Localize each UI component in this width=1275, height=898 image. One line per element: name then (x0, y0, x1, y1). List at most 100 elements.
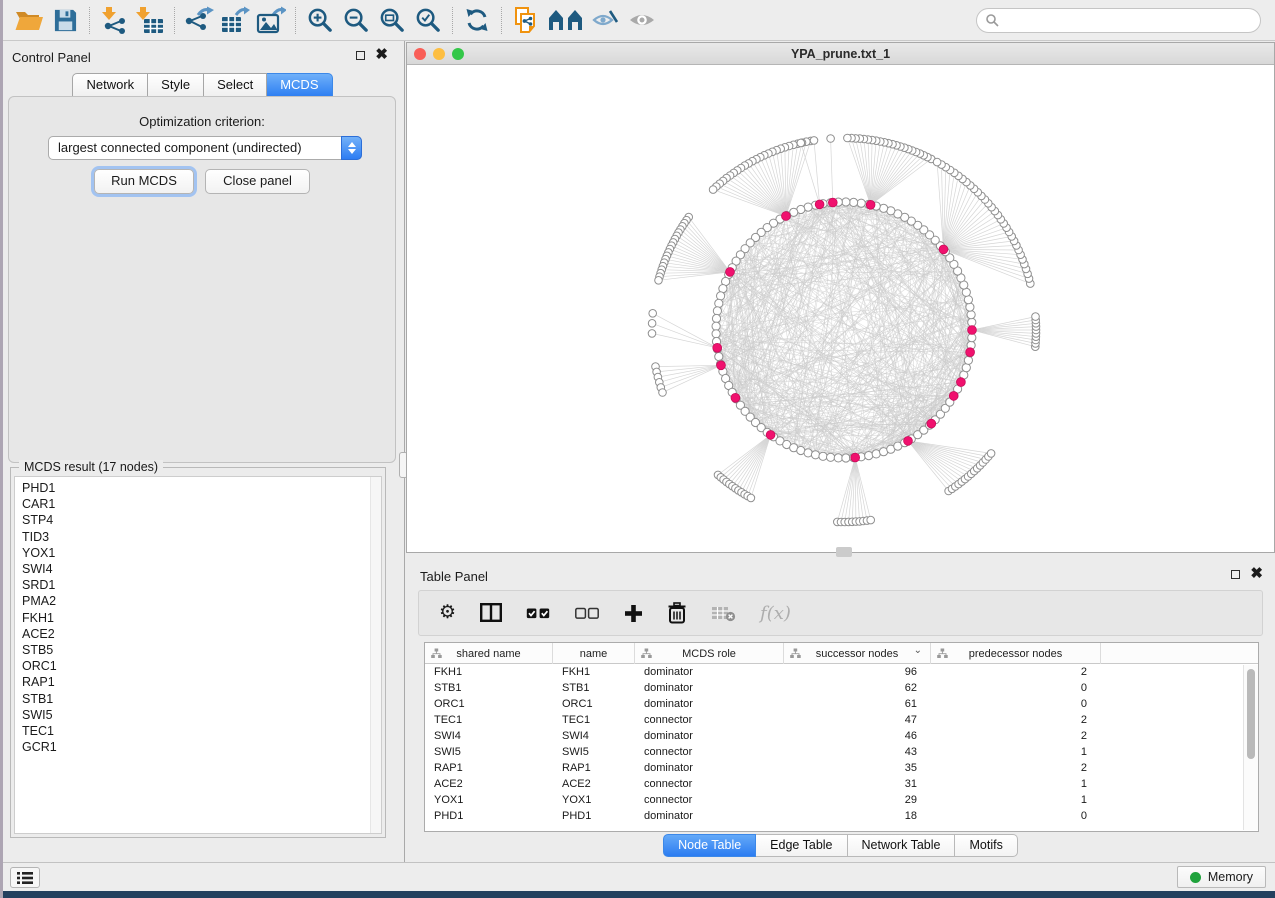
add-row-icon[interactable] (624, 604, 643, 623)
node-table-body: FKH1FKH1dominator962STB1STB1dominator620… (425, 664, 1258, 824)
tab-select[interactable]: Select (204, 73, 267, 97)
sort-indicator-icon: ⌄ (914, 645, 922, 656)
refresh-view-icon[interactable] (459, 4, 495, 36)
table-toolbar: ⚙ f(x) (418, 590, 1263, 636)
tab-network[interactable]: Network (72, 73, 148, 97)
mcds-result-item[interactable]: YOX1 (22, 545, 381, 561)
table-row[interactable]: PHD1PHD1dominator180 (425, 808, 1258, 824)
mcds-result-list[interactable]: PHD1CAR1STP4TID3YOX1SWI4SRD1PMA2FKH1ACE2… (14, 476, 382, 834)
table-row[interactable]: ACE2ACE2connector311 (425, 776, 1258, 792)
zoom-out-icon[interactable] (338, 4, 374, 36)
export-image-icon[interactable] (253, 4, 289, 36)
table-row[interactable]: STB1STB1dominator620 (425, 680, 1258, 696)
optimization-criterion-select[interactable]: largest connected component (undirected) (48, 136, 362, 160)
close-table-panel-icon[interactable]: ✖ (1250, 569, 1263, 579)
network-view-window: YPA_prune.txt_1 (406, 42, 1275, 553)
table-row[interactable]: ORC1ORC1dominator610 (425, 696, 1258, 712)
mcds-result-item[interactable]: STB1 (22, 691, 381, 707)
mcds-result-item[interactable]: TEC1 (22, 723, 381, 739)
tab-node-table[interactable]: Node Table (663, 834, 756, 857)
table-scrollbar[interactable] (1243, 665, 1258, 830)
toolbar-separator (174, 7, 175, 34)
search-input[interactable] (1004, 13, 1252, 27)
mcds-result-item[interactable]: GCR1 (22, 739, 381, 755)
table-row[interactable]: FKH1FKH1dominator962 (425, 664, 1258, 680)
mcds-result-item[interactable]: CAR1 (22, 496, 381, 512)
mcds-result-item[interactable]: ACE2 (22, 626, 381, 642)
select-stepper-icon (341, 136, 362, 160)
mcds-result-item[interactable]: RAP1 (22, 674, 381, 690)
main-toolbar (3, 0, 1275, 41)
table-scrollbar-thumb[interactable] (1247, 669, 1255, 759)
export-network-icon[interactable] (181, 4, 217, 36)
mcds-result-item[interactable]: SWI4 (22, 561, 381, 577)
export-table-icon[interactable] (217, 4, 253, 36)
tab-motifs[interactable]: Motifs (955, 834, 1017, 857)
settings-gear-icon[interactable]: ⚙ (439, 603, 456, 623)
mcds-result-item[interactable]: TID3 (22, 529, 381, 545)
import-table-icon[interactable] (132, 4, 168, 36)
mcds-result-item[interactable]: STP4 (22, 512, 381, 528)
column-header-predecessor-nodes[interactable]: predecessor nodes (931, 643, 1101, 664)
first-neighbors-icon[interactable] (544, 4, 588, 36)
float-panel-icon[interactable] (356, 51, 365, 60)
mcds-result-item[interactable]: PMA2 (22, 593, 381, 609)
deselect-all-icon[interactable] (575, 607, 600, 620)
network-window-titlebar[interactable]: YPA_prune.txt_1 (407, 43, 1274, 65)
panel-menu-button[interactable] (10, 867, 40, 888)
mcds-result-item[interactable]: SRD1 (22, 577, 381, 593)
mcds-result-item[interactable]: FKH1 (22, 610, 381, 626)
zoom-fit-icon[interactable] (374, 4, 410, 36)
zoom-in-icon[interactable] (302, 4, 338, 36)
list-scrollbar[interactable] (370, 477, 381, 833)
select-all-icon[interactable] (526, 607, 551, 620)
run-mcds-button[interactable]: Run MCDS (94, 169, 194, 194)
column-header-shared-name[interactable]: shared name (425, 643, 553, 664)
close-panel-button[interactable]: Close panel (205, 169, 310, 194)
mcds-result-item[interactable]: ORC1 (22, 658, 381, 674)
control-panel: Control Panel ✖ Network Style Select MCD… (3, 41, 402, 862)
search-box[interactable] (976, 8, 1261, 33)
toolbar-separator (501, 7, 502, 34)
import-network-icon[interactable] (96, 4, 132, 36)
node-table: shared namenameMCDS rolesuccessor nodes⌄… (424, 642, 1259, 832)
network-window-title: YPA_prune.txt_1 (407, 47, 1274, 61)
zoom-selected-icon[interactable] (410, 4, 446, 36)
status-bar: Memory (3, 862, 1275, 891)
toggle-columns-icon[interactable] (480, 603, 502, 623)
mcds-result-group: MCDS result (17 nodes) PHD1CAR1STP4TID3Y… (10, 467, 386, 838)
column-header-successor-nodes[interactable]: successor nodes⌄ (784, 643, 931, 664)
tab-style[interactable]: Style (148, 73, 204, 97)
table-row[interactable]: RAP1RAP1dominator352 (425, 760, 1258, 776)
table-row[interactable]: SWI4SWI4dominator462 (425, 728, 1258, 744)
tab-network-table[interactable]: Network Table (848, 834, 956, 857)
hide-selected-icon[interactable] (588, 4, 624, 36)
save-session-icon[interactable] (47, 4, 83, 36)
optimization-criterion-value: largest connected component (undirected) (58, 140, 302, 155)
mcds-result-item[interactable]: STB5 (22, 642, 381, 658)
column-header-MCDS-role[interactable]: MCDS role (635, 643, 784, 664)
close-panel-icon[interactable]: ✖ (375, 50, 388, 60)
network-canvas[interactable] (407, 65, 1274, 552)
memory-button[interactable]: Memory (1177, 866, 1266, 888)
toolbar-separator (295, 7, 296, 34)
tab-mcds[interactable]: MCDS (267, 73, 332, 97)
table-row[interactable]: YOX1YOX1connector291 (425, 792, 1258, 808)
list-icon (17, 871, 33, 885)
control-panel-title: Control Panel (12, 50, 91, 65)
duplicate-network-icon[interactable] (508, 4, 544, 36)
float-table-panel-icon[interactable] (1231, 570, 1240, 579)
table-row[interactable]: SWI5SWI5connector431 (425, 744, 1258, 760)
mcds-result-item[interactable]: PHD1 (22, 480, 381, 496)
horizontal-splitter-handle[interactable] (836, 547, 852, 557)
table-row[interactable]: TEC1TEC1connector472 (425, 712, 1258, 728)
delete-row-icon[interactable] (667, 602, 687, 624)
mcds-result-item[interactable]: SWI5 (22, 707, 381, 723)
show-all-icon[interactable] (624, 4, 660, 36)
column-header-name[interactable]: name (553, 643, 635, 664)
function-builder-icon: f(x) (760, 603, 791, 624)
memory-status-icon (1190, 872, 1201, 883)
mcds-result-title: MCDS result (17 nodes) (19, 460, 163, 474)
open-file-icon[interactable] (11, 4, 47, 36)
tab-edge-table[interactable]: Edge Table (756, 834, 847, 857)
